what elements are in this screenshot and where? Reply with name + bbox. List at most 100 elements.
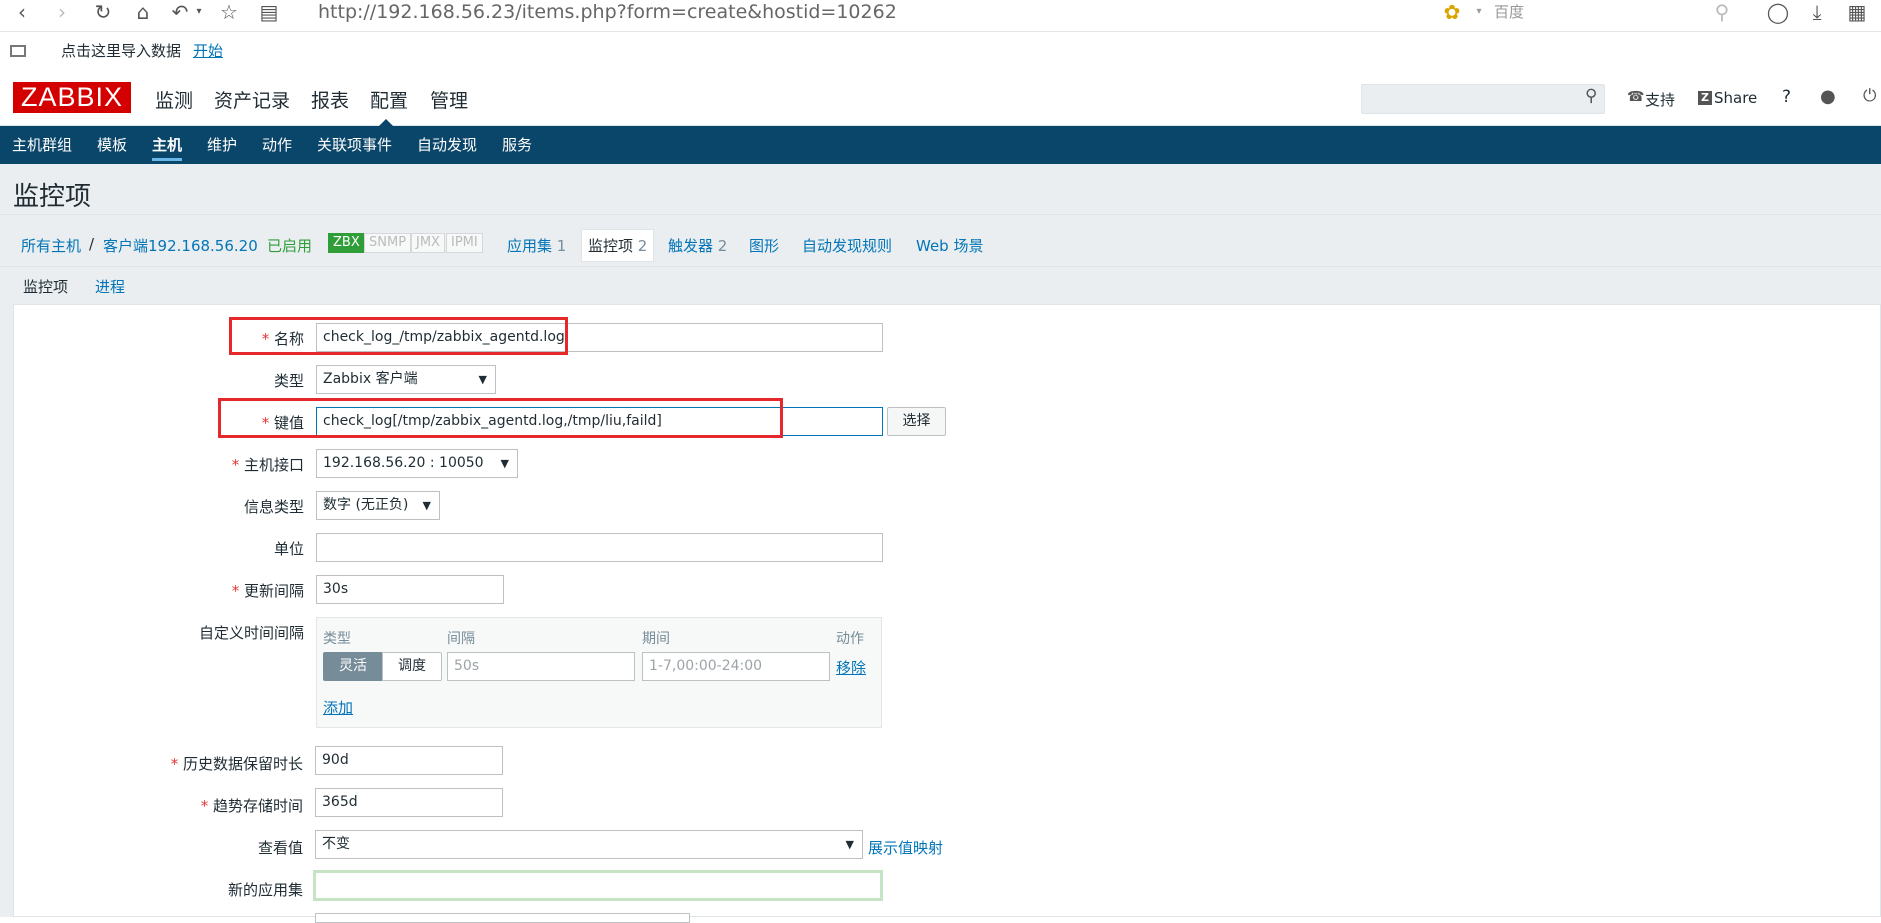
custom-header-interval: 间隔 [447, 631, 475, 647]
search-icon[interactable]: ⚲ [1711, 0, 1733, 24]
type-select-value: Zabbix 客户端 [323, 371, 418, 387]
subnav-discovery[interactable]: 自动发现 [417, 134, 477, 155]
menu-administration[interactable]: 管理 [430, 86, 468, 113]
bookmark-bar: 点击这里导入数据 开始 [0, 38, 1881, 64]
share-icon: Z [1698, 91, 1712, 105]
update-interval-label: * 更新间隔 [231, 582, 304, 600]
engine-dropdown-icon[interactable]: ▾ [1473, 0, 1485, 24]
undo-icon[interactable]: ↶ [168, 0, 192, 24]
bookmark-text: 点击这里导入数据 [61, 42, 182, 60]
valuemap-select-value: 不变 [322, 836, 350, 852]
interface-select[interactable]: 192.168.56.20 : 10050 ▼ [316, 449, 518, 478]
page-title: 监控项 [13, 182, 92, 212]
host-navigation: 所有主机 / 客户端192.168.56.20 已启用 ZBX SNMP JMX… [0, 214, 1881, 266]
badge-jmx: JMX [411, 233, 445, 253]
interface-select-value: 192.168.56.20 : 10050 [323, 455, 484, 471]
hostlink-discovery-rules[interactable]: 自动发现规则 [802, 235, 892, 256]
chevron-down-icon[interactable]: ▾ [193, 0, 205, 24]
hostlink-items[interactable]: 监控项 2 [581, 229, 655, 262]
subnav-services[interactable]: 服务 [502, 134, 532, 155]
hostlink-web-scenarios[interactable]: Web 场景 [916, 235, 983, 256]
badge-zbx: ZBX [328, 233, 365, 253]
hostlink-applications-count: 1 [556, 237, 567, 255]
hostlink-triggers[interactable]: 触发器 2 [668, 235, 727, 256]
custom-interval-input[interactable]: 50s [447, 652, 635, 681]
new-application-input[interactable] [313, 870, 883, 901]
back-icon[interactable]: ‹ [12, 0, 32, 24]
address-bar[interactable]: http://192.168.56.23/items.php?form=crea… [318, 0, 897, 24]
form-tabs: 监控项 进程 [0, 266, 1881, 308]
headset-icon: ☎ [1627, 89, 1645, 105]
breadcrumb-host[interactable]: 客户端192.168.56.20 [103, 235, 258, 256]
menu-reports[interactable]: 报表 [311, 86, 349, 113]
active-menu-caret [379, 119, 393, 126]
subnav-maintenance[interactable]: 维护 [207, 134, 237, 155]
power-icon[interactable]: ⏻ [1863, 86, 1876, 106]
custom-header-type: 类型 [323, 631, 351, 647]
menu-monitoring[interactable]: 监测 [155, 86, 193, 113]
home-icon[interactable]: ⌂ [131, 0, 155, 24]
menu-inventory[interactable]: 资产记录 [214, 86, 290, 113]
applications-listbox[interactable] [315, 913, 690, 923]
units-input[interactable] [316, 533, 883, 562]
badge-ipmi: IPMI [446, 233, 483, 253]
new-application-label: 新的应用集 [227, 881, 303, 899]
search-icon[interactable]: ⚲ [1585, 86, 1597, 106]
hostlink-applications[interactable]: 应用集 1 [507, 235, 566, 256]
dropdown-arrow-icon: ▼ [478, 373, 487, 386]
header-search-input[interactable] [1361, 84, 1605, 114]
star-icon[interactable]: ☆ [217, 0, 241, 24]
menu-configuration[interactable]: 配置 [370, 86, 408, 113]
tab-preprocessing[interactable]: 进程 [95, 276, 125, 297]
browser-toolbar: ‹ › ↻ ⌂ ↶ ▾ ☆ ▤ http://192.168.56.23/ite… [0, 0, 1881, 32]
download-icon[interactable]: ⤓ [1805, 0, 1829, 24]
zabbix-logo[interactable]: ZABBIX [13, 82, 131, 113]
subnav-hosts[interactable]: 主机 [152, 134, 183, 161]
bee-icon[interactable]: ✿ [1440, 0, 1464, 24]
subnav-templates[interactable]: 模板 [97, 134, 127, 155]
hostlink-items-count: 2 [637, 237, 648, 255]
browser-search-input[interactable]: 百度 [1494, 0, 1734, 24]
custom-type-flexible-button[interactable]: 灵活 [323, 652, 383, 681]
reload-icon[interactable]: ↻ [91, 0, 115, 24]
trends-input[interactable]: 365d [315, 788, 503, 817]
custom-type-scheduling-button[interactable]: 调度 [382, 652, 442, 681]
support-link[interactable]: 支持 [1645, 89, 1675, 110]
custom-add-link[interactable]: 添加 [323, 697, 353, 718]
item-form: * 名称 check_log_/tmp/zabbix_agentd.log 类型… [13, 304, 1881, 917]
apps-icon[interactable]: ▦ [1845, 0, 1869, 24]
custom-remove-link[interactable]: 移除 [836, 657, 866, 678]
subnav-correlation[interactable]: 关联项事件 [317, 134, 392, 155]
subnav-actions[interactable]: 动作 [262, 134, 292, 155]
sidebar-toggle-icon[interactable] [10, 45, 26, 57]
custom-intervals-label: 自定义时间间隔 [198, 624, 304, 642]
bookmark-start-link[interactable]: 开始 [193, 40, 223, 61]
custom-period-input[interactable]: 1-7,00:00-24:00 [642, 652, 830, 681]
custom-header-period: 期间 [642, 631, 670, 647]
subnav-host-groups[interactable]: 主机群组 [12, 134, 72, 155]
host-status-enabled[interactable]: 已启用 [267, 235, 312, 256]
type-select[interactable]: Zabbix 客户端 ▼ [316, 365, 496, 394]
user-icon[interactable]: ● [1820, 86, 1836, 107]
name-highlight-box [229, 317, 568, 355]
valuemap-label: 查看值 [257, 839, 303, 857]
key-select-button[interactable]: 选择 [887, 407, 946, 436]
share-link[interactable]: Share [1714, 89, 1757, 107]
hostlink-applications-label: 应用集 [507, 237, 553, 255]
update-interval-input[interactable]: 30s [316, 575, 504, 604]
info-type-label: 信息类型 [243, 498, 304, 516]
custom-header-action: 动作 [836, 631, 864, 647]
hostlink-items-label: 监控项 [588, 237, 634, 255]
history-input[interactable]: 90d [315, 746, 503, 775]
help-icon[interactable]: ? [1782, 87, 1791, 107]
dropdown-arrow-icon: ▼ [422, 499, 431, 512]
forward-icon[interactable]: › [52, 0, 72, 24]
valuemap-select[interactable]: 不变 ▼ [315, 830, 863, 859]
reader-icon[interactable]: ▤ [257, 0, 281, 24]
hostlink-graphs[interactable]: 图形 [749, 235, 779, 256]
info-type-select[interactable]: 数字 (无正负) ▼ [316, 491, 440, 520]
breadcrumb-all-hosts[interactable]: 所有主机 [21, 235, 81, 256]
show-value-mappings-link[interactable]: 展示值映射 [868, 837, 943, 858]
account-icon[interactable]: ◯ [1766, 0, 1790, 24]
sub-navigation: 主机群组 模板 主机 维护 动作 关联项事件 自动发现 服务 [0, 126, 1881, 164]
